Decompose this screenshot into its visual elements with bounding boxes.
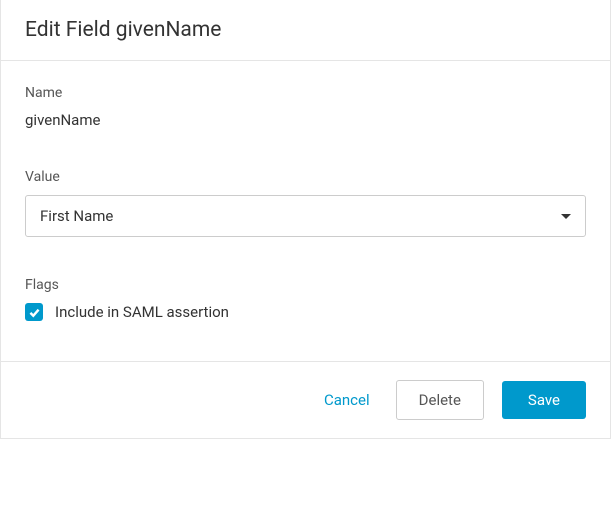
dialog-header: Edit Field givenName xyxy=(1,0,610,61)
flags-field-group: Flags Include in SAML assertion xyxy=(25,277,586,321)
cancel-button[interactable]: Cancel xyxy=(316,381,378,419)
dialog-footer: Cancel Delete Save xyxy=(1,361,610,438)
dialog-body: Name givenName Value First Name Flags In… xyxy=(1,61,610,361)
chevron-down-icon xyxy=(561,214,571,219)
value-select-text: First Name xyxy=(40,207,113,225)
include-saml-row: Include in SAML assertion xyxy=(25,303,586,321)
flags-label: Flags xyxy=(25,277,586,293)
check-icon xyxy=(28,306,41,319)
save-button[interactable]: Save xyxy=(502,381,586,419)
name-label: Name xyxy=(25,85,586,101)
name-field-group: Name givenName xyxy=(25,85,586,129)
include-saml-checkbox[interactable] xyxy=(25,303,43,321)
include-saml-label: Include in SAML assertion xyxy=(55,303,229,321)
value-field-group: Value First Name xyxy=(25,169,586,237)
edit-field-dialog: Edit Field givenName Name givenName Valu… xyxy=(0,0,611,439)
dialog-title: Edit Field givenName xyxy=(25,18,586,42)
value-label: Value xyxy=(25,169,586,185)
name-value: givenName xyxy=(25,111,586,129)
value-select[interactable]: First Name xyxy=(25,195,586,237)
delete-button[interactable]: Delete xyxy=(396,380,484,420)
